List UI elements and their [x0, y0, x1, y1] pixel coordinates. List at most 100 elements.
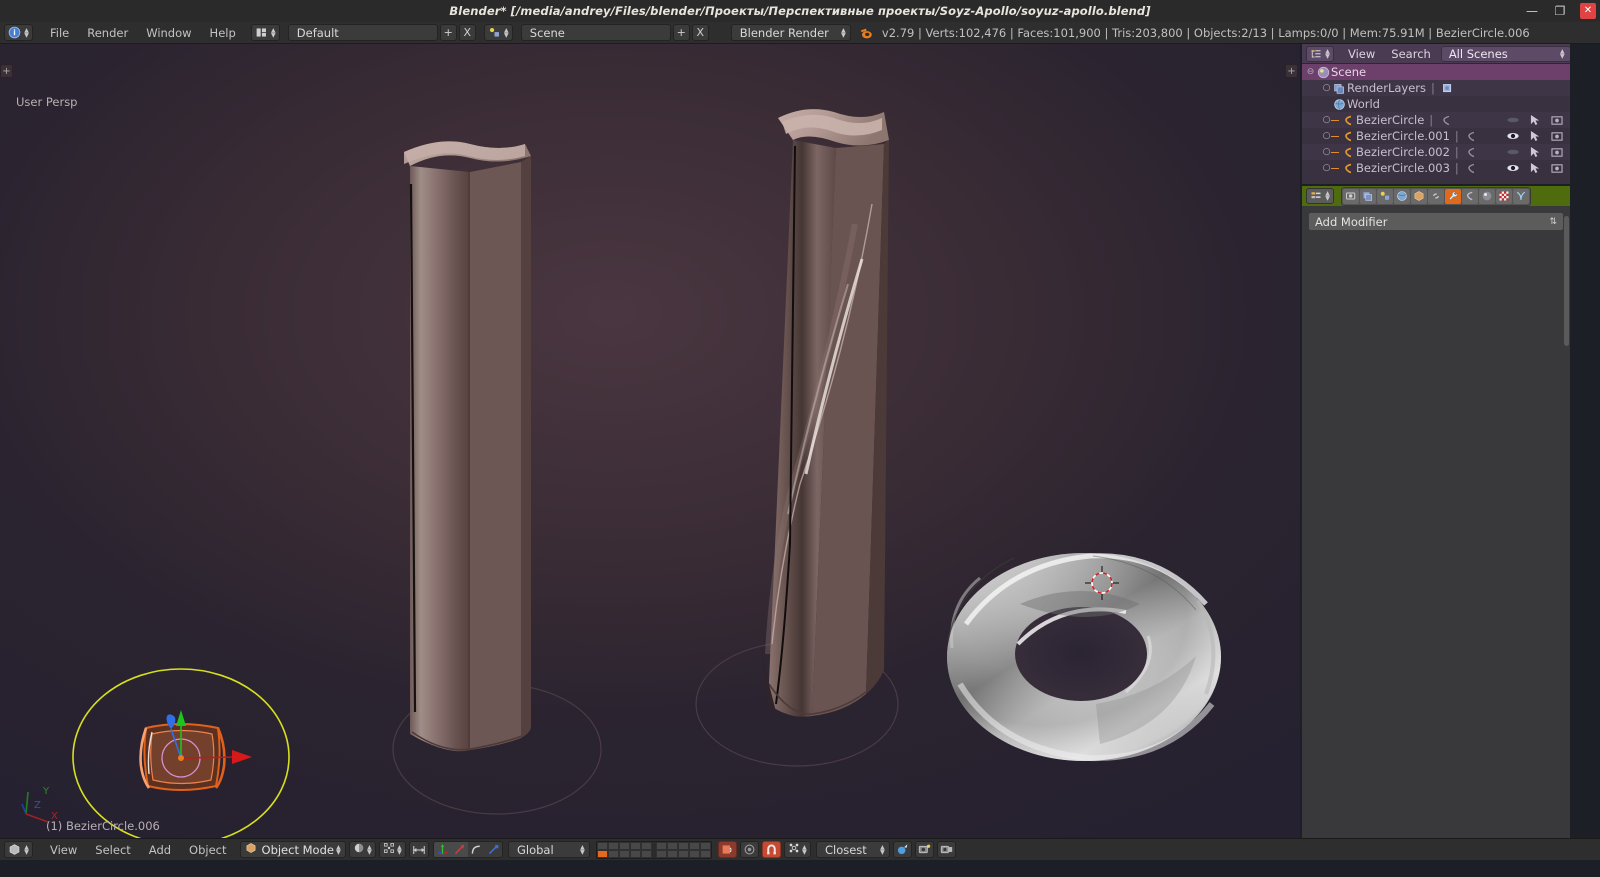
view3d-menu-object[interactable]: Object: [180, 839, 235, 861]
menu-render[interactable]: Render: [78, 22, 137, 44]
manipulator-enable-button[interactable]: [433, 842, 451, 857]
selectable-toggle-icon[interactable]: [1524, 160, 1546, 176]
scene-tab[interactable]: [1377, 188, 1393, 204]
expander-icon[interactable]: ⊖: [1306, 67, 1315, 77]
layer-button[interactable]: [618, 849, 630, 858]
view3d-menu-select[interactable]: Select: [86, 839, 139, 861]
menu-file[interactable]: File: [41, 22, 78, 44]
layer-button[interactable]: [688, 849, 700, 858]
outliner-row-beziercircle[interactable]: ○ BezierCircle |: [1302, 112, 1570, 128]
view3d-menu-add[interactable]: Add: [140, 839, 180, 861]
renderability-toggle-icon[interactable]: [1546, 160, 1568, 176]
snap-element-select[interactable]: ▲ ▼: [783, 841, 811, 858]
visibility-toggle-icon[interactable]: [1502, 160, 1524, 176]
editor-type-selector-view3d[interactable]: ▲ ▼: [4, 841, 33, 858]
editor-type-selector-outliner[interactable]: ▲ ▼: [1306, 45, 1334, 62]
layer-button[interactable]: [629, 849, 641, 858]
outliner-row-beziercircle-002[interactable]: ○ BezierCircle.002 |: [1302, 144, 1570, 160]
expander-icon[interactable]: ○: [1322, 115, 1331, 125]
particles-tab[interactable]: [1513, 188, 1529, 204]
layer-button[interactable]: [666, 841, 678, 850]
layer-button[interactable]: [699, 841, 711, 850]
render-tab[interactable]: [1343, 188, 1359, 204]
editor-type-selector-properties[interactable]: ▲ ▼: [1306, 188, 1334, 204]
maximize-button[interactable]: ❐: [1552, 3, 1568, 19]
manipulator-scale-button[interactable]: [485, 842, 502, 857]
menu-window[interactable]: Window: [137, 22, 200, 44]
manipulator-rotate-button[interactable]: [468, 842, 485, 857]
outliner-row-world[interactable]: World: [1302, 96, 1570, 112]
scene-field[interactable]: Scene: [520, 24, 671, 41]
outliner-row-scene[interactable]: ⊖ Scene: [1302, 64, 1570, 80]
lock-camera-to-view-button[interactable]: [717, 841, 737, 858]
scene-layers-widget[interactable]: [595, 840, 712, 859]
add-modifier-button[interactable]: Add Modifier ⇅: [1308, 212, 1564, 231]
delete-screen-layout-button[interactable]: X: [458, 24, 476, 41]
outliner-menu-search[interactable]: Search: [1383, 44, 1439, 64]
properties-scrollbar[interactable]: [1564, 216, 1569, 346]
screen-layout-field[interactable]: Default: [287, 24, 438, 41]
screen-layout-browse[interactable]: ▲ ▼: [250, 24, 280, 41]
layer-button[interactable]: [596, 841, 608, 850]
layer-button[interactable]: [629, 841, 641, 850]
layer-button[interactable]: [688, 841, 700, 850]
pivot-align-toggle[interactable]: [408, 841, 429, 858]
transform-orientation-select[interactable]: Global ▲ ▼: [507, 841, 590, 858]
visibility-toggle-icon[interactable]: [1502, 128, 1524, 144]
view3d-menu-view[interactable]: View: [41, 839, 86, 861]
outliner-row-renderlayers[interactable]: ○ RenderLayers |: [1302, 80, 1570, 96]
renderability-toggle-icon[interactable]: [1546, 128, 1568, 144]
add-scene-button[interactable]: +: [672, 24, 690, 41]
delete-scene-button[interactable]: X: [691, 24, 709, 41]
visibility-toggle-icon[interactable]: [1502, 112, 1524, 128]
render-only-button[interactable]: [739, 841, 759, 858]
layer-button-active[interactable]: [596, 849, 608, 858]
proportional-edit-button[interactable]: [892, 841, 912, 858]
render-opengl-animation-button[interactable]: [936, 841, 956, 858]
renderability-toggle-icon[interactable]: [1546, 144, 1568, 160]
close-button[interactable]: ✕: [1580, 3, 1596, 19]
renderability-toggle-icon[interactable]: [1546, 112, 1568, 128]
add-screen-layout-button[interactable]: +: [439, 24, 457, 41]
expander-icon[interactable]: ○: [1322, 131, 1331, 141]
texture-tab[interactable]: [1496, 188, 1512, 204]
menu-help[interactable]: Help: [201, 22, 245, 44]
toolshelf-toggle-button[interactable]: +: [0, 64, 13, 78]
outliner-row-beziercircle-003[interactable]: ○ BezierCircle.003 |: [1302, 160, 1570, 176]
outliner-display-mode-select[interactable]: All Scenes ▲ ▼: [1440, 45, 1570, 62]
visibility-toggle-icon[interactable]: [1502, 144, 1524, 160]
viewport-3d[interactable]: User Persp (1) BezierCircle.006 Y Z X + …: [0, 44, 1300, 838]
expander-icon[interactable]: ○: [1322, 147, 1331, 157]
expander-icon[interactable]: ○: [1322, 83, 1331, 93]
layer-button[interactable]: [607, 841, 619, 850]
data-tab[interactable]: [1462, 188, 1478, 204]
pivot-point-select[interactable]: ▲ ▼: [378, 841, 406, 858]
selectable-toggle-icon[interactable]: [1524, 112, 1546, 128]
constraints-tab[interactable]: [1428, 188, 1444, 204]
layer-button[interactable]: [607, 849, 619, 858]
selectable-toggle-icon[interactable]: [1524, 128, 1546, 144]
render-layers-tab[interactable]: [1360, 188, 1376, 204]
render-engine-select[interactable]: Blender Render ▲ ▼: [730, 24, 851, 41]
object-tab[interactable]: [1411, 188, 1427, 204]
snap-toggle-button[interactable]: [761, 841, 781, 858]
properties-region-toggle-button[interactable]: +: [1285, 64, 1298, 78]
scene-browse[interactable]: ▲ ▼: [483, 24, 513, 41]
snap-target-select[interactable]: Closest ▲ ▼: [815, 841, 890, 858]
layer-button[interactable]: [655, 841, 667, 850]
selectable-toggle-icon[interactable]: [1524, 144, 1546, 160]
modifiers-tab[interactable]: [1445, 188, 1461, 204]
world-tab[interactable]: [1394, 188, 1410, 204]
layer-button[interactable]: [640, 841, 652, 850]
interaction-mode-select[interactable]: Object Mode ▲ ▼: [239, 841, 346, 858]
layer-button[interactable]: [618, 841, 630, 850]
layer-button[interactable]: [677, 841, 689, 850]
material-tab[interactable]: [1479, 188, 1495, 204]
minimize-button[interactable]: —: [1524, 3, 1540, 19]
layer-button[interactable]: [699, 849, 711, 858]
editor-type-selector-info[interactable]: ▲ ▼: [4, 24, 33, 41]
manipulator-translate-button[interactable]: [450, 842, 468, 857]
layer-button[interactable]: [677, 849, 689, 858]
outliner-menu-view[interactable]: View: [1340, 44, 1383, 64]
layer-button[interactable]: [666, 849, 678, 858]
